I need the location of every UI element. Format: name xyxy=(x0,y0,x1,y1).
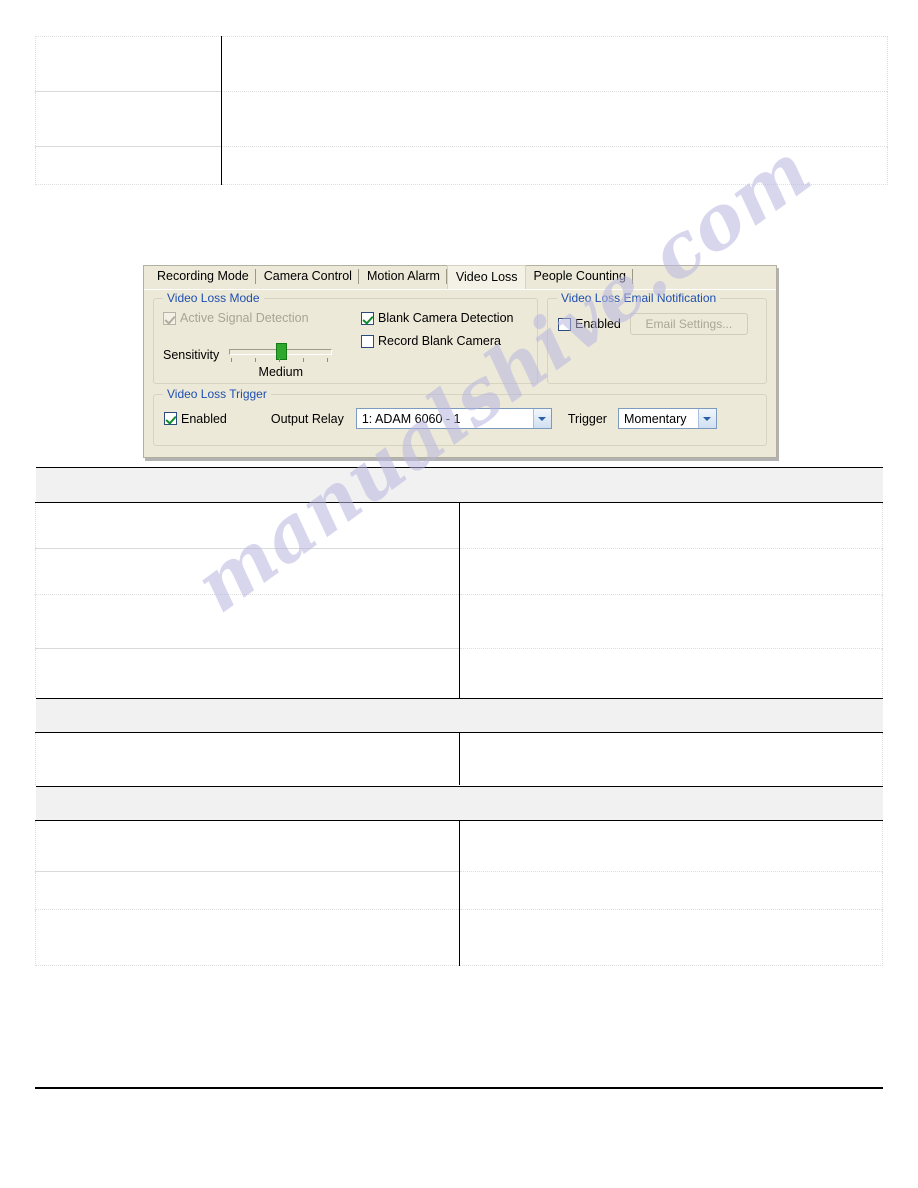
output-relay-label: Output Relay xyxy=(270,411,344,426)
tab-people-counting[interactable]: People Counting xyxy=(525,266,634,287)
table-cell xyxy=(458,732,883,785)
tab-camera-control[interactable]: Camera Control xyxy=(255,266,360,287)
table-row xyxy=(35,548,883,595)
table-cell xyxy=(35,502,459,549)
table-cell xyxy=(458,594,883,649)
email-settings-button[interactable]: Email Settings... xyxy=(629,313,748,335)
table-cell xyxy=(35,648,459,701)
table-row xyxy=(35,502,883,549)
video-loss-trigger-title: Video Loss Trigger xyxy=(163,387,271,401)
email-enabled-checkbox[interactable]: Enabled xyxy=(558,317,621,331)
sensitivity-value: Medium xyxy=(258,364,304,379)
sensitivity-label: Sensitivity xyxy=(163,347,220,362)
checkbox-label: Blank Camera Detection xyxy=(378,311,514,325)
video-loss-trigger-group: Video Loss Trigger Enabled Output Relay … xyxy=(153,387,767,446)
table-row xyxy=(35,909,883,966)
checkbox-label: Enabled xyxy=(181,411,227,426)
table-row xyxy=(35,871,883,910)
tab-label: Motion Alarm xyxy=(366,269,440,283)
tab-motion-alarm[interactable]: Motion Alarm xyxy=(358,266,447,287)
table-cell xyxy=(221,91,888,147)
trigger-enabled-checkbox[interactable]: Enabled xyxy=(164,412,227,426)
tab-video-loss[interactable]: Video Loss xyxy=(446,265,526,289)
middle-table xyxy=(35,467,883,701)
table-header-cell xyxy=(35,467,883,503)
checkbox-icon xyxy=(558,317,571,331)
blank-camera-detection-checkbox[interactable]: Blank Camera Detection xyxy=(361,311,513,325)
checkbox-label: Enabled xyxy=(575,317,621,331)
tab-panel-video-loss: Video Loss Mode Active Signal Detection … xyxy=(144,290,776,457)
table-cell xyxy=(458,502,883,549)
table-cell xyxy=(35,732,459,785)
table-cell xyxy=(458,871,883,910)
upper-groups-row: Video Loss Mode Active Signal Detection … xyxy=(153,291,767,384)
tab-label: Video Loss xyxy=(455,270,518,284)
table-cell xyxy=(221,36,888,92)
table-cell xyxy=(35,146,222,185)
video-loss-email-notification-group: Video Loss Email Notification Enabled Em… xyxy=(547,291,767,384)
table-row xyxy=(35,820,883,872)
video-loss-mode-group: Video Loss Mode Active Signal Detection … xyxy=(153,291,538,384)
chevron-down-icon[interactable] xyxy=(532,409,551,428)
table-cell xyxy=(458,648,883,701)
table-header-cell xyxy=(35,786,883,821)
table-cell xyxy=(35,548,459,595)
table-row xyxy=(35,146,888,185)
slider-ticks xyxy=(229,357,332,364)
email-notification-title: Video Loss Email Notification xyxy=(557,291,721,305)
table-cell xyxy=(458,909,883,966)
table-row xyxy=(35,91,888,147)
record-blank-camera-checkbox[interactable]: Record Blank Camera xyxy=(361,334,513,348)
tab-label: People Counting xyxy=(533,269,626,283)
table-row xyxy=(35,594,883,649)
tab-label: Recording Mode xyxy=(157,269,249,283)
tab-recording-mode[interactable]: Recording Mode xyxy=(149,266,256,287)
chevron-down-icon[interactable] xyxy=(697,409,716,428)
table-row xyxy=(35,36,888,92)
table-cell xyxy=(35,91,222,147)
active-signal-detection-checkbox[interactable]: Active Signal Detection xyxy=(163,311,309,325)
slider-track[interactable] xyxy=(229,342,333,360)
table-header-band xyxy=(35,698,883,733)
lower-table-a xyxy=(35,698,883,785)
checkbox-icon xyxy=(164,412,177,425)
video-loss-mode-title: Video Loss Mode xyxy=(163,291,264,305)
lower-table-b xyxy=(35,786,883,966)
output-relay-dropdown[interactable]: 1: ADAM 6060 - 1 xyxy=(355,408,552,429)
sensitivity-row: Sensitivity Medium xyxy=(163,342,359,379)
table-cell xyxy=(35,909,459,966)
table-cell xyxy=(458,548,883,595)
checkbox-label: Active Signal Detection xyxy=(180,311,309,325)
tab-label: Camera Control xyxy=(263,269,352,283)
checkbox-icon xyxy=(361,334,374,348)
table-cell xyxy=(35,594,459,649)
trigger-label: Trigger xyxy=(567,411,607,426)
footer-divider xyxy=(35,1087,883,1089)
video-loss-settings-dialog: Recording Mode Camera Control Motion Ala… xyxy=(143,265,777,458)
output-relay-value: 1: ADAM 6060 - 1 xyxy=(361,411,461,426)
upper-table xyxy=(35,36,888,185)
checkbox-icon xyxy=(361,311,374,325)
table-header-band xyxy=(35,786,883,821)
table-header-cell xyxy=(35,698,883,733)
trigger-mode-dropdown[interactable]: Momentary xyxy=(617,408,717,429)
table-row xyxy=(35,648,883,701)
table-cell xyxy=(221,146,888,185)
checkbox-icon xyxy=(163,311,176,325)
tab-strip: Recording Mode Camera Control Motion Ala… xyxy=(144,265,776,290)
trigger-mode-value: Momentary xyxy=(623,411,687,426)
table-cell xyxy=(35,871,459,910)
table-cell xyxy=(458,820,883,872)
table-header-band xyxy=(35,467,883,503)
table-cell xyxy=(35,820,459,872)
table-cell xyxy=(35,36,222,92)
checkbox-label: Record Blank Camera xyxy=(378,334,501,348)
table-row xyxy=(35,732,883,785)
sensitivity-slider[interactable]: Medium xyxy=(229,342,333,379)
